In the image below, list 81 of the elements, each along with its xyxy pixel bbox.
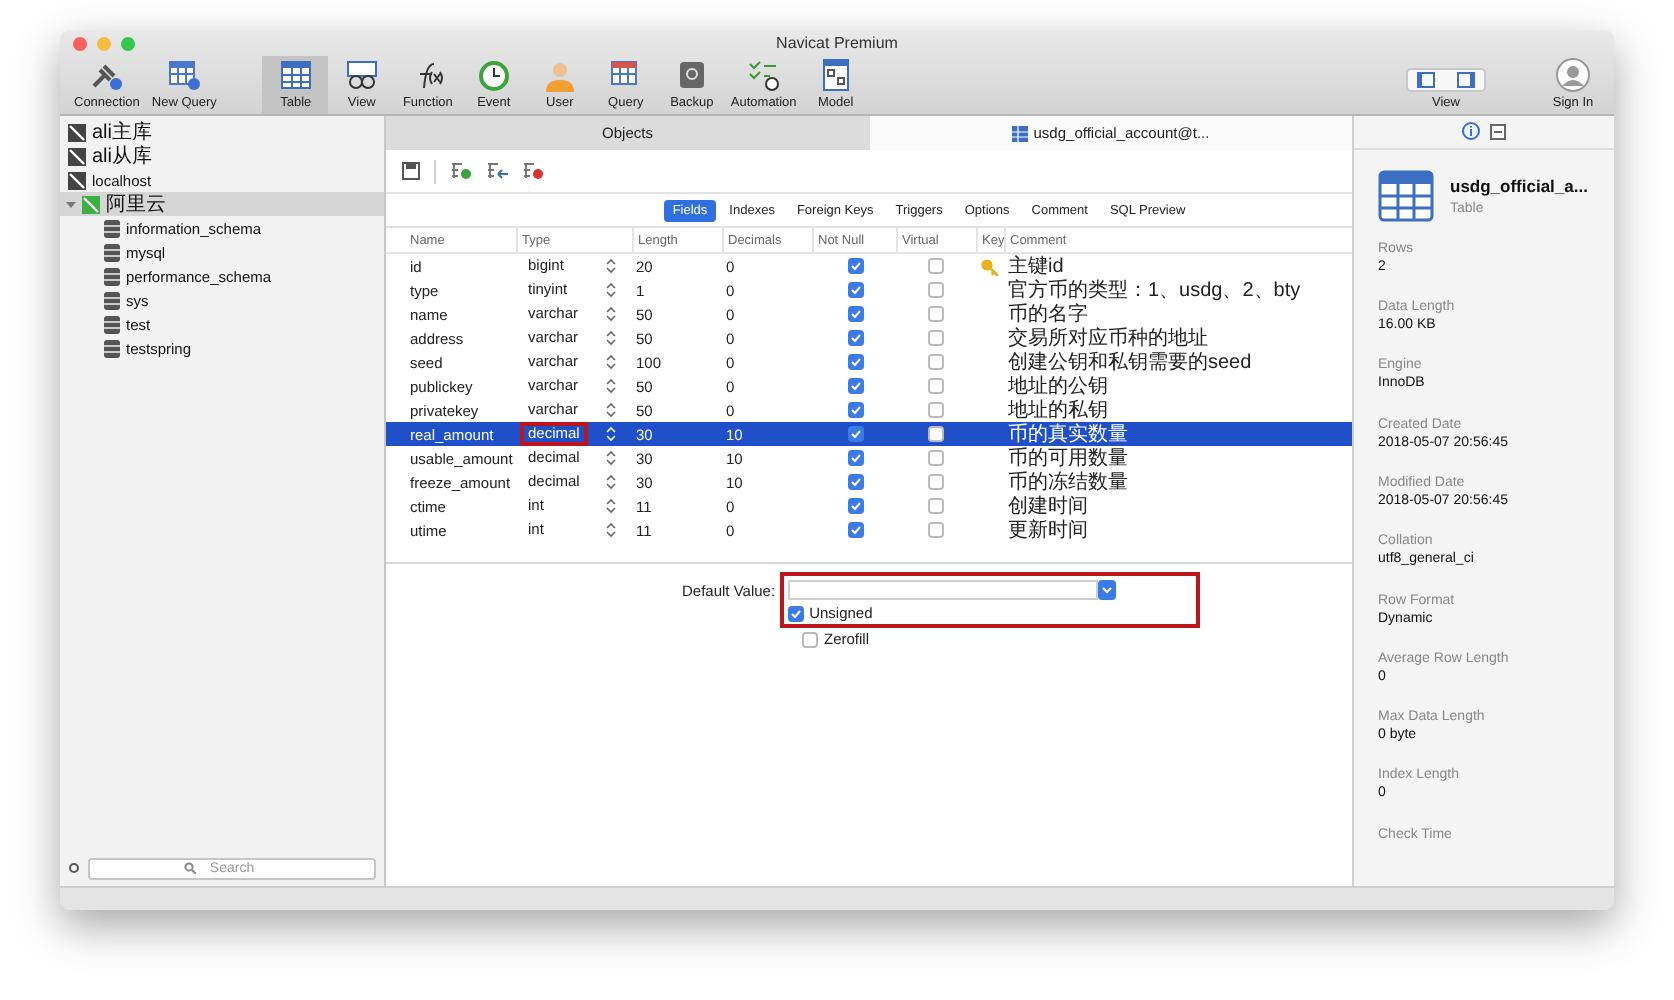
- info-icon[interactable]: [1462, 122, 1480, 141]
- checkbox[interactable]: [848, 474, 864, 490]
- checkbox[interactable]: [928, 282, 944, 298]
- default-value-field[interactable]: [787, 580, 1098, 600]
- stepper-icon[interactable]: [606, 402, 616, 418]
- checkbox[interactable]: [928, 378, 944, 394]
- stepper-icon[interactable]: [606, 498, 616, 514]
- search-icon: [184, 862, 196, 874]
- stepper-icon[interactable]: [606, 450, 616, 466]
- checkbox[interactable]: [928, 522, 944, 538]
- window-title: Navicat Premium: [776, 34, 898, 52]
- checkbox[interactable]: [787, 605, 804, 621]
- stepper-icon[interactable]: [606, 306, 616, 322]
- table-cell-text: 官方币的类型：1、usdg、2、bty: [1006, 278, 1303, 302]
- checkbox[interactable]: [928, 450, 944, 466]
- table-cell-text: 地址的私钥: [1006, 398, 1110, 422]
- glasses-icon: [343, 58, 380, 92]
- stepper-icon[interactable]: [606, 474, 616, 490]
- connection-item[interactable]: 阿里云: [60, 192, 384, 216]
- table-icon: [277, 58, 314, 92]
- checkbox[interactable]: [928, 258, 944, 274]
- table-icon: [1378, 169, 1434, 222]
- stepper-icon[interactable]: [606, 354, 616, 370]
- stepper-icon[interactable]: [606, 282, 616, 298]
- checkbox[interactable]: [928, 354, 944, 370]
- checkbox[interactable]: [848, 282, 864, 298]
- database-icon: [104, 267, 120, 285]
- clock-icon: [475, 58, 512, 92]
- stepper-icon[interactable]: [606, 522, 616, 538]
- table-cell-text: 创建公钥和私钥需要的seed: [1006, 350, 1254, 374]
- key-icon: [980, 257, 1000, 275]
- connection-item[interactable]: ali主库: [60, 120, 384, 144]
- table-name: usdg_official_a...: [1450, 175, 1588, 196]
- connection-item[interactable]: ali从库: [60, 144, 384, 168]
- user-icon: [541, 58, 578, 92]
- checkbox[interactable]: [848, 354, 864, 370]
- database-icon: [104, 243, 120, 261]
- table-cell-text: 地址的公钥: [1006, 374, 1110, 398]
- checkbox[interactable]: [848, 498, 864, 514]
- checklist-icon: [745, 58, 782, 92]
- checkbox[interactable]: [928, 498, 944, 514]
- database-icon: [104, 315, 120, 333]
- table-cell-text: 币的冻结数量: [1006, 470, 1130, 494]
- checkbox[interactable]: [928, 426, 944, 442]
- stepper-icon[interactable]: [606, 258, 616, 274]
- table-cell-text: 币的真实数量: [1006, 422, 1130, 446]
- checkbox[interactable]: [928, 330, 944, 346]
- save-icon[interactable]: [402, 162, 420, 180]
- chevron-down-icon: [1101, 586, 1112, 594]
- delete-field-icon[interactable]: [522, 162, 544, 180]
- database-icon: [104, 291, 120, 309]
- table-cell-text: 主键id: [1006, 254, 1066, 278]
- table-cell-text: 币的可用数量: [1006, 446, 1130, 470]
- table-cell-text: 交易所对应币种的地址: [1006, 326, 1210, 350]
- checkbox[interactable]: [928, 474, 944, 490]
- checkbox[interactable]: [928, 306, 944, 322]
- checkbox[interactable]: [848, 450, 864, 466]
- checkbox[interactable]: [848, 426, 864, 442]
- table-cell-text: 更新时间: [1006, 518, 1090, 542]
- checkbox[interactable]: [848, 378, 864, 394]
- table-icon: [166, 58, 203, 92]
- checkbox[interactable]: [928, 402, 944, 418]
- checkbox[interactable]: [802, 631, 818, 647]
- table-cell-text: 创建时间: [1006, 494, 1090, 518]
- add-field-icon[interactable]: [450, 162, 472, 180]
- database-icon: [104, 339, 120, 357]
- checkbox[interactable]: [848, 522, 864, 538]
- diagram-icon: [817, 58, 854, 92]
- checkbox[interactable]: [848, 258, 864, 274]
- database-icon: [104, 219, 120, 237]
- table-icon: [1011, 125, 1028, 141]
- stepper-icon[interactable]: [606, 330, 616, 346]
- stepper-icon[interactable]: [606, 378, 616, 394]
- disclosure-icon[interactable]: [66, 199, 76, 209]
- table-cell-text: 币的名字: [1006, 302, 1090, 326]
- checkbox[interactable]: [848, 402, 864, 418]
- insert-field-icon[interactable]: [486, 162, 508, 180]
- avatar-icon: [1556, 58, 1590, 92]
- checkbox[interactable]: [848, 306, 864, 322]
- panel-layout-icon: [1406, 68, 1486, 92]
- checkbox[interactable]: [848, 330, 864, 346]
